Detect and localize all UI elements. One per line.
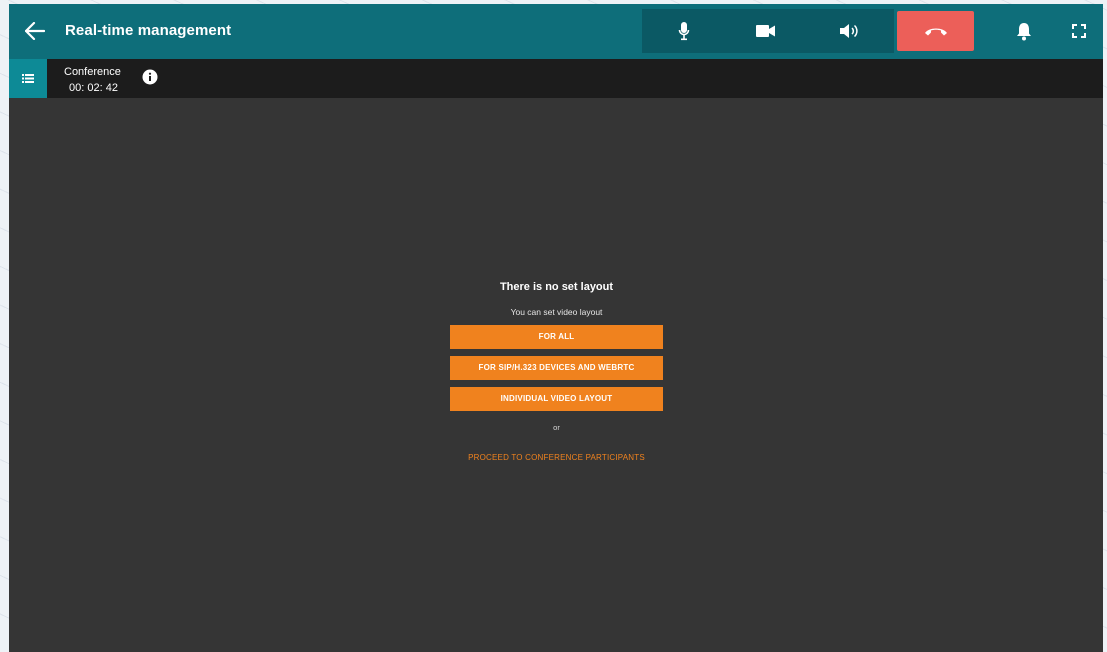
hang-up-icon <box>924 28 947 36</box>
empty-state-heading: There is no set layout <box>499 281 614 293</box>
list-icon <box>22 74 34 83</box>
fullscreen-button[interactable] <box>1067 19 1091 43</box>
speaker-icon <box>840 24 858 38</box>
bell-icon <box>1017 22 1031 40</box>
back-button[interactable] <box>23 19 47 43</box>
empty-state-subheading: You can set video layout <box>510 307 603 317</box>
video-button[interactable] <box>744 9 788 53</box>
layout-for-sip-devices-button[interactable]: FOR SIP/H.323 DEVICES AND WEBRTC <box>450 356 663 380</box>
conference-timer: 00: 02: 42 <box>69 82 118 94</box>
page-title: Real-time management <box>65 22 232 39</box>
info-icon[interactable] <box>142 69 158 85</box>
conference-name: Conference <box>64 66 121 78</box>
layout-empty-state: There is no set layout You can set video… <box>450 280 663 463</box>
microphone-button[interactable] <box>662 9 706 53</box>
microphone-icon <box>678 22 690 41</box>
header-bar: Real-time management <box>9 4 1103 59</box>
notifications-button[interactable] <box>1012 19 1036 43</box>
participants-list-button[interactable] <box>9 59 47 98</box>
call-controls <box>642 9 894 53</box>
video-camera-icon <box>756 25 775 37</box>
app-window: Real-time management Conference 00: 02: … <box>9 4 1103 652</box>
arrow-left-icon <box>25 22 45 40</box>
layout-for-all-button[interactable]: FOR ALL <box>450 325 663 349</box>
conference-bar: Conference 00: 02: 42 <box>9 59 1103 98</box>
proceed-to-participants-link[interactable]: PROCEED TO CONFERENCE PARTICIPANTS <box>450 453 663 463</box>
or-separator: or <box>553 423 560 432</box>
hang-up-button[interactable] <box>897 11 974 51</box>
individual-video-layout-button[interactable]: INDIVIDUAL VIDEO LAYOUT <box>450 387 663 411</box>
fullscreen-icon <box>1072 24 1086 38</box>
speaker-button[interactable] <box>828 9 872 53</box>
